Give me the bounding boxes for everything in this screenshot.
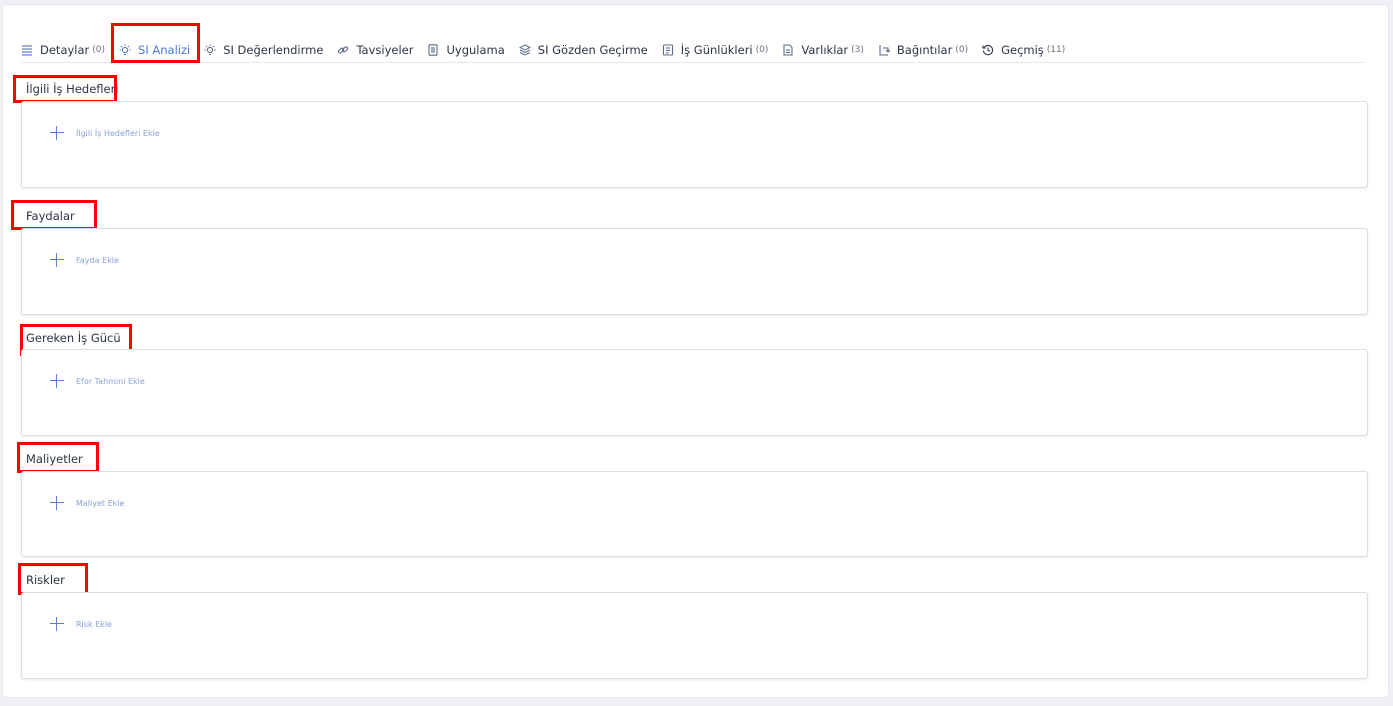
history-icon [982, 44, 994, 56]
plus-icon [50, 374, 64, 388]
tab-label: İş Günlükleri [680, 43, 753, 57]
log-icon [662, 44, 673, 56]
section-title-risks: Riskler [26, 573, 65, 587]
add-benefit-label: Fayda Ekle [76, 255, 119, 265]
add-business-goal-label: İlgili İş Hedefleri Ekle [76, 128, 160, 138]
section-title-benefits: Faydalar [26, 209, 75, 223]
add-risk-button[interactable]: Risk Ekle [50, 617, 112, 631]
add-cost-button[interactable]: Maliyet Ekle [50, 496, 124, 510]
tab-count: (0) [92, 45, 106, 55]
tab-si-degerlendirme[interactable]: SI Değerlendirme [204, 40, 323, 60]
tab-bagintilar[interactable]: Bağıntılar (0) [878, 40, 968, 60]
tab-label: Detaylar [40, 43, 90, 57]
add-effort-estimate-label: Efor Tahmini Ekle [76, 376, 145, 386]
tab-label: SI Gözden Geçirme [537, 43, 648, 57]
list-icon [22, 45, 32, 56]
tab-tavsiyeler[interactable]: Tavsiyeler [337, 40, 413, 60]
tab-count: (0) [755, 45, 769, 55]
plus-icon [50, 126, 64, 140]
add-risk-label: Risk Ekle [76, 619, 112, 629]
bulb-icon [204, 44, 216, 55]
benefits-panel: Fayda Ekle [21, 228, 1368, 315]
tab-is-gunlukleri[interactable]: İş Günlükleri (0) [662, 40, 769, 60]
add-benefit-button[interactable]: Fayda Ekle [50, 253, 119, 267]
relation-icon [879, 45, 890, 56]
add-business-goal-button[interactable]: İlgili İş Hedefleri Ekle [50, 126, 160, 140]
bulb-icon [119, 44, 131, 55]
tab-detaylar[interactable]: Detaylar (0) [21, 40, 105, 60]
tab-label: Tavsiyeler [356, 43, 414, 57]
tab-uygulama[interactable]: Uygulama [427, 40, 505, 60]
section-title-costs: Maliyetler [26, 452, 83, 466]
layers-icon [518, 44, 531, 56]
tab-label: SI Değerlendirme [223, 43, 324, 57]
tab-bar: Detaylar (0) SI Analizi SI Değerlendirme … [21, 38, 1364, 63]
tab-varliklar[interactable]: Varlıklar (3) [782, 40, 864, 60]
tab-label: Uygulama [446, 43, 505, 57]
link-icon [338, 46, 349, 54]
asset-icon [783, 44, 793, 56]
required-effort-panel: Efor Tahmini Ekle [21, 349, 1368, 436]
tab-gecmis[interactable]: Geçmiş (11) [982, 40, 1065, 60]
tab-si-gozden-gecirme[interactable]: SI Gözden Geçirme [518, 40, 648, 60]
risks-panel: Risk Ekle [21, 592, 1368, 679]
plus-icon [50, 617, 64, 631]
tab-count: (0) [955, 45, 969, 55]
tab-count: (3) [851, 45, 864, 55]
tab-label: SI Analizi [138, 43, 191, 57]
section-title-required-effort: Gereken İş Gücü [26, 331, 121, 345]
tab-si-analizi[interactable]: SI Analizi [119, 40, 190, 60]
plus-icon [50, 496, 64, 510]
business-goals-panel: İlgili İş Hedefleri Ekle [21, 101, 1368, 188]
plus-icon [50, 253, 64, 267]
section-title-business-goals: İlgili İş Hedefleri [26, 82, 119, 96]
tab-count: (11) [1046, 45, 1066, 55]
document-icon [428, 44, 439, 56]
costs-panel: Maliyet Ekle [21, 471, 1368, 557]
tab-label: Bağıntılar [896, 43, 953, 57]
tab-label: Varlıklar [801, 43, 849, 57]
add-cost-label: Maliyet Ekle [76, 498, 125, 508]
tab-label: Geçmiş [1001, 43, 1044, 57]
add-effort-estimate-button[interactable]: Efor Tahmini Ekle [50, 374, 145, 388]
